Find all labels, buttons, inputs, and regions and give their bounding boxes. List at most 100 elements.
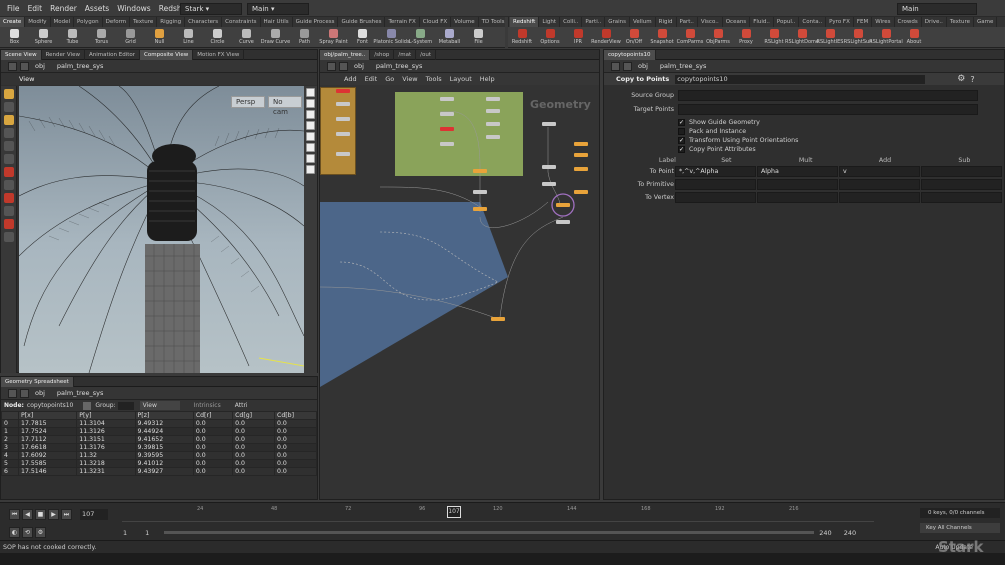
path-obj[interactable]: obj bbox=[348, 60, 370, 73]
path-obj[interactable]: obj bbox=[29, 387, 51, 400]
path-node[interactable]: palm_tree_sys bbox=[370, 60, 428, 73]
lighting-icon[interactable] bbox=[306, 110, 315, 119]
record-icon[interactable] bbox=[3, 193, 14, 203]
attribute-mult-field[interactable]: Alpha bbox=[757, 166, 838, 177]
network-node[interactable] bbox=[336, 102, 350, 106]
shelf-tool[interactable]: ComParms bbox=[676, 27, 704, 47]
shelf-tab[interactable]: Hair Utils bbox=[261, 17, 293, 27]
column-header[interactable]: Cd[r] bbox=[192, 411, 234, 420]
shelf-tab[interactable]: Volume bbox=[451, 17, 479, 27]
shelf-tab[interactable]: FEM bbox=[854, 17, 873, 27]
menu-render[interactable]: Render bbox=[46, 0, 81, 17]
shelf-tool[interactable]: Proxy bbox=[732, 27, 760, 47]
network-node[interactable] bbox=[473, 207, 487, 211]
network-node[interactable] bbox=[440, 97, 454, 101]
shelf-tab[interactable]: Oceans bbox=[723, 17, 751, 27]
wireframe-icon[interactable] bbox=[306, 99, 315, 108]
attribute-add-field[interactable] bbox=[839, 179, 920, 190]
frame-field[interactable]: 107 bbox=[80, 509, 108, 520]
shelf-tab[interactable]: Drive.. bbox=[922, 17, 947, 27]
pose-tool-icon[interactable] bbox=[3, 141, 14, 151]
shelf-tool[interactable]: Grid bbox=[116, 27, 145, 47]
target-points-field[interactable] bbox=[678, 104, 978, 115]
normals-icon[interactable] bbox=[306, 143, 315, 152]
table-row[interactable]: 1 17.7524 11.3126 9.44924 0.0 0.0 0.0 bbox=[0, 427, 317, 436]
audio-icon[interactable]: ◐ bbox=[9, 527, 20, 538]
shelf-tool[interactable]: Null bbox=[145, 27, 174, 47]
table-row[interactable]: 0 17.7815 11.3104 9.49312 0.0 0.0 0.0 bbox=[0, 419, 317, 428]
shelf-tab[interactable]: Deform bbox=[103, 17, 131, 27]
attribute-set-field[interactable] bbox=[675, 179, 756, 190]
shelf-tool[interactable]: RSLight bbox=[760, 27, 788, 47]
table-row[interactable]: 3 17.6618 11.3176 9.39815 0.0 0.0 0.0 bbox=[0, 443, 317, 452]
network-editor[interactable]: Geometry bbox=[320, 87, 601, 501]
shelf-tab[interactable]: Part.. bbox=[677, 17, 698, 27]
tab-motion-fx-view[interactable]: Motion FX View bbox=[193, 49, 245, 60]
column-header[interactable]: P[y] bbox=[76, 411, 136, 420]
grid-icon[interactable] bbox=[306, 154, 315, 163]
tab-composite-view[interactable]: Composite View bbox=[140, 49, 194, 60]
network-node[interactable] bbox=[542, 165, 556, 169]
network-node[interactable] bbox=[336, 89, 350, 93]
network-node[interactable] bbox=[336, 132, 350, 136]
stop-icon[interactable]: ■ bbox=[35, 509, 46, 520]
points-icon[interactable] bbox=[306, 132, 315, 141]
end-frame[interactable]: 240 bbox=[819, 529, 831, 537]
menu-assets[interactable]: Assets bbox=[81, 0, 113, 17]
shelf-tool[interactable]: RSLightSun bbox=[844, 27, 872, 47]
menu-edit[interactable]: Edit bbox=[24, 0, 47, 17]
shelf-tab[interactable]: Constraints bbox=[222, 17, 261, 27]
lasso-icon[interactable] bbox=[3, 232, 14, 242]
current-frame-marker[interactable]: 107 bbox=[447, 506, 461, 518]
shelf-tool[interactable]: Torus bbox=[87, 27, 116, 47]
network-node[interactable] bbox=[574, 153, 588, 157]
network-node[interactable] bbox=[440, 112, 454, 116]
network-node[interactable] bbox=[440, 127, 454, 131]
attribute-sub-field[interactable] bbox=[921, 166, 1002, 177]
network-menu-tools[interactable]: Tools bbox=[422, 75, 446, 83]
range-slider[interactable] bbox=[164, 531, 815, 534]
network-node[interactable] bbox=[574, 167, 588, 171]
shelf-tab[interactable]: Vellum bbox=[630, 17, 656, 27]
checkbox[interactable]: ✓ bbox=[678, 146, 685, 153]
network-node[interactable] bbox=[336, 152, 350, 156]
shelf-tab[interactable]: Parti.. bbox=[582, 17, 606, 27]
realtime-icon[interactable]: ⟲ bbox=[22, 527, 33, 538]
shelf-tool[interactable]: RSLightPortal bbox=[869, 27, 903, 47]
shelf-tool[interactable]: RenderView bbox=[591, 27, 621, 47]
shelf-tab[interactable]: Polygon bbox=[74, 17, 103, 27]
shelf-tool[interactable]: Redshift bbox=[508, 27, 536, 47]
camera-menu[interactable]: No cam bbox=[268, 96, 302, 116]
shelf-tool[interactable]: On/Off bbox=[620, 27, 648, 47]
shelf-tab[interactable]: Characters bbox=[185, 17, 223, 27]
shelf-tab[interactable]: Colli.. bbox=[560, 17, 583, 27]
shelf-tool[interactable]: Box bbox=[0, 27, 29, 47]
brush-icon[interactable] bbox=[3, 206, 14, 216]
network-node[interactable] bbox=[440, 142, 454, 146]
context-dropdown-right[interactable]: Main bbox=[897, 3, 977, 15]
shelf-tab[interactable]: Texture bbox=[130, 17, 158, 27]
checkbox[interactable]: ✓ bbox=[678, 119, 685, 126]
forward-icon[interactable] bbox=[623, 61, 632, 71]
network-tab[interactable]: obj/palm_tree.. bbox=[320, 49, 371, 60]
network-tab[interactable]: /shop bbox=[370, 49, 395, 60]
rotate-tool-icon[interactable] bbox=[3, 154, 14, 164]
shelf-tab[interactable]: TD Tools bbox=[479, 17, 509, 27]
shelf-tool[interactable]: Curve bbox=[232, 27, 261, 47]
move-tool-icon[interactable] bbox=[3, 102, 14, 112]
end-frame-2[interactable]: 240 bbox=[844, 529, 856, 537]
shelf-tab[interactable]: Wires bbox=[872, 17, 895, 27]
shelf-tool[interactable]: File bbox=[464, 27, 493, 47]
table-row[interactable]: 2 17.7112 11.3151 9.41652 0.0 0.0 0.0 bbox=[0, 435, 317, 444]
back-icon[interactable] bbox=[8, 388, 17, 398]
shelf-tool[interactable]: Path bbox=[290, 27, 319, 47]
tab-copytopoints[interactable]: copytopoints10 bbox=[604, 49, 656, 60]
tab-geometry-spreadsheet[interactable]: Geometry Spreadsheet bbox=[1, 376, 74, 387]
shelf-tab[interactable]: Redshift bbox=[510, 17, 540, 27]
desktop-dropdown[interactable]: Stark ▾ bbox=[180, 3, 242, 15]
path-obj[interactable]: obj bbox=[29, 60, 51, 73]
forward-icon[interactable] bbox=[20, 61, 29, 71]
shelf-tab[interactable]: Crowds bbox=[895, 17, 922, 27]
group-field[interactable] bbox=[117, 401, 134, 410]
shelf-tab[interactable]: Modify bbox=[25, 17, 51, 27]
